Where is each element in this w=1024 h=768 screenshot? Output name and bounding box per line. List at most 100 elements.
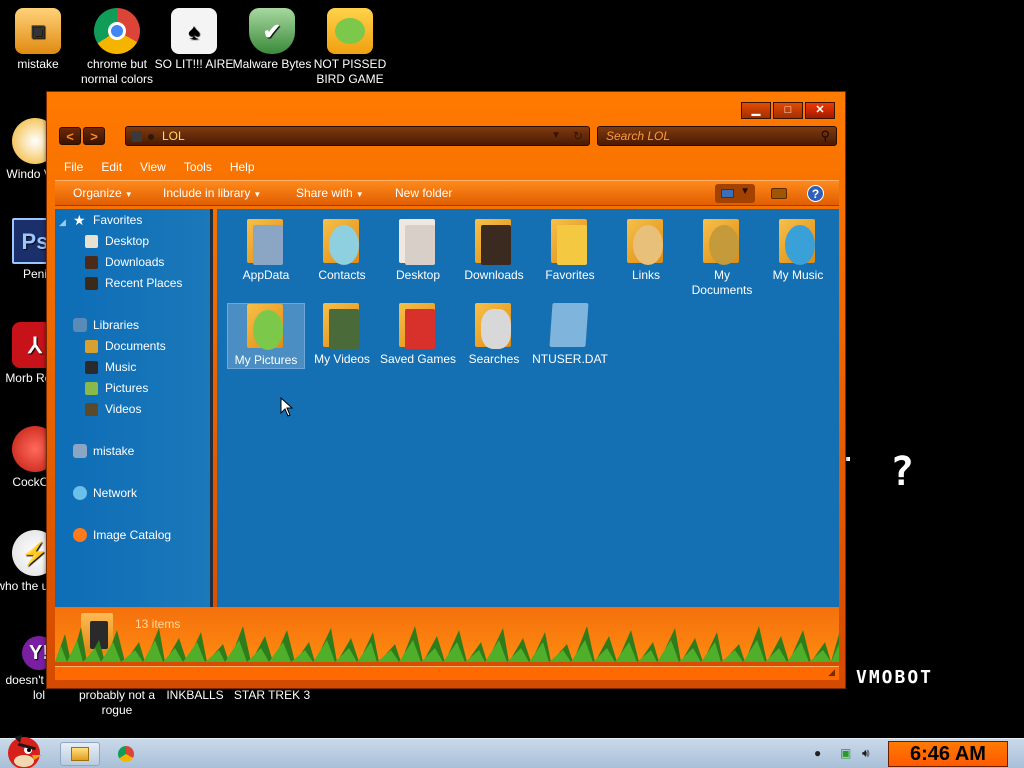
library-icon <box>73 318 87 332</box>
address-path: LOL <box>162 129 185 143</box>
search-input[interactable]: Search LOL ⚲ <box>597 126 837 146</box>
desktop-icon-chrome[interactable]: chrome but normal colors <box>76 8 158 87</box>
chevron-down-icon[interactable]: ▼ <box>551 127 561 145</box>
menu-view[interactable]: View <box>131 156 175 178</box>
desktop-icon-label: INKBALLS <box>166 688 224 702</box>
network-icon <box>73 486 87 500</box>
folder-overlay <box>253 225 283 265</box>
menu-file[interactable]: File <box>55 156 92 178</box>
preview-pane-icon[interactable] <box>771 188 787 199</box>
share-with-button[interactable]: Share with ▼ <box>296 186 364 200</box>
folder-downloads[interactable]: Downloads <box>455 219 533 283</box>
tray-record-icon[interactable]: ● <box>814 746 821 760</box>
menu-tools[interactable]: Tools <box>175 156 221 178</box>
nav-item-music[interactable]: Music <box>85 360 136 374</box>
view-icon <box>721 189 734 198</box>
file-ntuser-dat[interactable]: NTUSER.DAT <box>531 303 609 367</box>
nav-item-recent-places[interactable]: Recent Places <box>85 276 182 290</box>
folder-appdata[interactable]: AppData <box>227 219 305 283</box>
nav-item-documents[interactable]: Documents <box>85 339 166 353</box>
resize-grip-icon[interactable]: ◢ <box>828 667 835 678</box>
folder-icon <box>245 219 287 265</box>
search-icon[interactable]: ⚲ <box>820 127 830 145</box>
nav-buttons: < > <box>59 127 105 145</box>
downloads-folder-icon <box>473 219 515 265</box>
menu-help[interactable]: Help <box>221 156 264 178</box>
search-placeholder: Search LOL <box>606 129 671 143</box>
back-button[interactable]: < <box>59 127 81 145</box>
folder-favorites[interactable]: Favorites <box>531 219 609 283</box>
nav-item-pictures[interactable]: Pictures <box>85 381 148 395</box>
change-view-button[interactable]: ▼ <box>715 184 755 203</box>
desktop-icon-label: chrome but normal colors <box>80 57 154 86</box>
new-folder-button[interactable]: New folder <box>395 186 452 200</box>
chevron-down-icon: ▼ <box>124 190 133 199</box>
documents-icon <box>85 339 98 353</box>
desktop-icon-label: SO LIT!!! AIRE <box>154 57 234 71</box>
tray-network-icon[interactable]: ▣ <box>840 746 851 760</box>
folder-label: My Videos <box>314 352 370 366</box>
nav-user[interactable]: mistake <box>73 444 134 458</box>
start-button[interactable] <box>2 731 48 768</box>
folder-my-videos[interactable]: My Videos <box>303 303 381 367</box>
organize-label: Organize <box>73 186 122 200</box>
folder-icon <box>71 747 89 761</box>
playing-cards-icon: ♠ <box>171 8 217 54</box>
desktop-icon-rogue[interactable]: probably not a rogue <box>76 688 158 718</box>
desktop-icon-star-trek[interactable]: STAR TREK 3 <box>231 688 313 703</box>
folder-my-music[interactable]: My Music <box>759 219 837 283</box>
folder-my-pictures[interactable]: My Pictures <box>227 303 305 369</box>
folder-my-documents[interactable]: My Documents <box>683 219 761 298</box>
nav-item-downloads[interactable]: Downloads <box>85 255 164 269</box>
expand-arrow-icon[interactable]: ◢ <box>59 217 66 228</box>
nav-network[interactable]: Network <box>73 486 137 500</box>
include-label: Include in library <box>163 186 251 200</box>
forward-button[interactable]: > <box>83 127 105 145</box>
taskbar-clock[interactable]: 6:46 AM <box>888 741 1008 767</box>
tray-volume-icon[interactable]: 🔊︎ <box>862 746 870 761</box>
computer-icon: ▣ <box>15 8 61 54</box>
include-in-library-button[interactable]: Include in library ▼ <box>163 186 261 200</box>
nav-item-label: Desktop <box>105 234 150 248</box>
desktop-icon-bird-game[interactable]: NOT PISSED BIRD GAME <box>309 8 391 87</box>
desktop-icon <box>85 234 98 248</box>
music-icon <box>85 360 98 374</box>
taskbar-explorer-button[interactable] <box>60 742 100 766</box>
folder-contacts[interactable]: Contacts <box>303 219 381 283</box>
desktop: ▣ mistake chrome but normal colors ♠ SO … <box>0 0 1024 768</box>
nav-libraries[interactable]: Libraries <box>73 318 139 332</box>
pictures-folder-icon <box>245 304 287 350</box>
folder-label: Favorites <box>545 268 595 282</box>
desktop-icon-inkballs[interactable]: INKBALLS <box>154 688 236 703</box>
folder-desktop[interactable]: Desktop <box>379 219 457 283</box>
desktop-icon-mistake[interactable]: ▣ mistake <box>0 8 79 72</box>
navigation-pane: ◢ ★ Favorites Desktop Downloads Recent P… <box>55 209 213 607</box>
close-button[interactable]: ✕ <box>805 102 835 119</box>
maximize-button[interactable]: □ <box>773 102 803 119</box>
nav-image-catalog[interactable]: Image Catalog <box>73 528 171 542</box>
nav-user-label: mistake <box>93 444 135 458</box>
caption-buttons: ▁ □ ✕ <box>741 102 835 119</box>
folder-label: Searches <box>468 352 520 366</box>
star-folder-icon <box>549 219 591 265</box>
folder-links[interactable]: Links <box>607 219 685 283</box>
help-icon[interactable]: ? <box>807 185 824 202</box>
address-row: < > LOL ▼ ↻ Search LOL ⚲ <box>57 126 837 148</box>
minimize-button[interactable]: ▁ <box>741 102 771 119</box>
menu-edit[interactable]: Edit <box>92 156 131 178</box>
nav-favorites[interactable]: ★ Favorites <box>73 213 142 227</box>
organize-button[interactable]: Organize ▼ <box>73 186 133 200</box>
folder-saved-games[interactable]: Saved Games <box>379 303 457 367</box>
explorer-window[interactable]: ▁ □ ✕ < > LOL ▼ ↻ Search LOL ⚲ File Edit… <box>46 91 846 689</box>
desktop-icon-solitaire[interactable]: ♠ SO LIT!!! AIRE <box>153 8 235 72</box>
nav-item-videos[interactable]: Videos <box>85 402 141 416</box>
downloads-icon <box>85 255 98 269</box>
taskbar-chrome-button[interactable] <box>106 742 146 766</box>
refresh-icon[interactable]: ↻ <box>573 127 583 145</box>
address-bar[interactable]: LOL ▼ ↻ <box>125 126 590 146</box>
folder-label: Links <box>631 268 660 282</box>
pictures-icon <box>85 381 98 395</box>
folder-searches[interactable]: Searches <box>455 303 533 367</box>
nav-item-desktop[interactable]: Desktop <box>85 234 149 248</box>
desktop-icon-malwarebytes[interactable]: ✔ Malware Bytes <box>231 8 313 72</box>
